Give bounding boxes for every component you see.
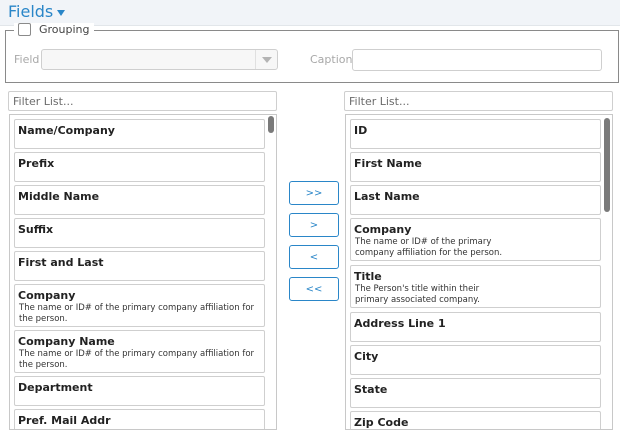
selected-fields-list[interactable]: ID First Name Last Name Company The name… xyxy=(345,114,613,430)
available-item[interactable]: First and Last xyxy=(14,251,265,281)
selected-item[interactable]: Title The Person's title within their pr… xyxy=(350,265,601,308)
available-item[interactable]: Department xyxy=(14,376,265,406)
item-name: Last Name xyxy=(354,190,420,203)
item-name: Pref. Mail Addr xyxy=(18,414,111,427)
selected-item[interactable]: City xyxy=(350,345,601,375)
caption-input[interactable] xyxy=(352,49,602,71)
remove-all-button[interactable]: << xyxy=(289,277,339,301)
item-name: Prefix xyxy=(18,157,55,170)
item-description: The name or ID# of the primary company a… xyxy=(19,303,255,324)
item-description: The Person's title within their primary … xyxy=(355,284,480,305)
item-name: Address Line 1 xyxy=(354,317,446,330)
available-item[interactable]: Prefix xyxy=(14,152,265,182)
item-name: Company xyxy=(354,223,412,236)
item-name: Company Name xyxy=(18,335,115,348)
grouping-label: Grouping xyxy=(39,23,90,36)
selected-filter-input[interactable] xyxy=(344,91,613,111)
available-scrollbar[interactable] xyxy=(266,115,276,429)
selected-item[interactable]: Company The name or ID# of the primary c… xyxy=(350,218,601,261)
available-item[interactable]: Company The name or ID# of the primary c… xyxy=(14,284,265,327)
item-name: First and Last xyxy=(18,256,104,269)
selected-item[interactable]: State xyxy=(350,378,601,408)
item-description: The name or ID# of the primary company a… xyxy=(19,349,255,370)
dropdown-arrow-icon xyxy=(255,50,277,69)
field-select[interactable] xyxy=(41,49,278,70)
fields-title: Fields xyxy=(8,2,54,21)
available-scroll-thumb[interactable] xyxy=(268,116,274,133)
available-item[interactable]: Suffix xyxy=(14,218,265,248)
item-name: Title xyxy=(354,270,382,283)
item-name: City xyxy=(354,350,379,363)
available-fields-list[interactable]: Name/Company Prefix Middle Name Suffix F… xyxy=(9,114,277,430)
item-name: Suffix xyxy=(18,223,54,236)
item-name: Name/Company xyxy=(18,124,115,137)
add-button[interactable]: > xyxy=(289,213,339,237)
item-name: ID xyxy=(354,124,368,137)
available-item[interactable]: Name/Company xyxy=(14,119,265,149)
field-label: Field xyxy=(14,53,40,66)
item-name: Middle Name xyxy=(18,190,100,203)
fields-toggle[interactable]: Fields xyxy=(8,2,66,21)
available-filter-input[interactable] xyxy=(8,91,277,111)
available-item[interactable]: Pref. Mail Addr xyxy=(14,409,265,429)
selected-item[interactable]: Address Line 1 xyxy=(350,312,601,342)
caption-label: Caption xyxy=(310,53,353,66)
grouping-legend: Grouping xyxy=(14,23,94,36)
selected-item[interactable]: Zip Code xyxy=(350,411,601,429)
caret-down-icon xyxy=(57,9,66,16)
item-name: Zip Code xyxy=(354,416,409,429)
available-item[interactable]: Company Name The name or ID# of the prim… xyxy=(14,330,265,373)
item-name: State xyxy=(354,383,388,396)
selected-item[interactable]: First Name xyxy=(350,152,601,182)
item-description: The name or ID# of the primary company a… xyxy=(355,237,503,258)
grouping-panel: Grouping Field Caption xyxy=(5,23,619,83)
selected-item[interactable]: ID xyxy=(350,119,601,149)
item-name: First Name xyxy=(354,157,422,170)
remove-button[interactable]: < xyxy=(289,245,339,269)
add-all-button[interactable]: >> xyxy=(289,181,339,205)
selected-scrollbar[interactable] xyxy=(602,115,612,429)
available-item[interactable]: Middle Name xyxy=(14,185,265,215)
selected-item[interactable]: Last Name xyxy=(350,185,601,215)
item-name: Company xyxy=(18,289,76,302)
grouping-checkbox[interactable] xyxy=(18,23,31,36)
item-name: Department xyxy=(18,381,93,394)
selected-scroll-thumb[interactable] xyxy=(604,118,610,212)
